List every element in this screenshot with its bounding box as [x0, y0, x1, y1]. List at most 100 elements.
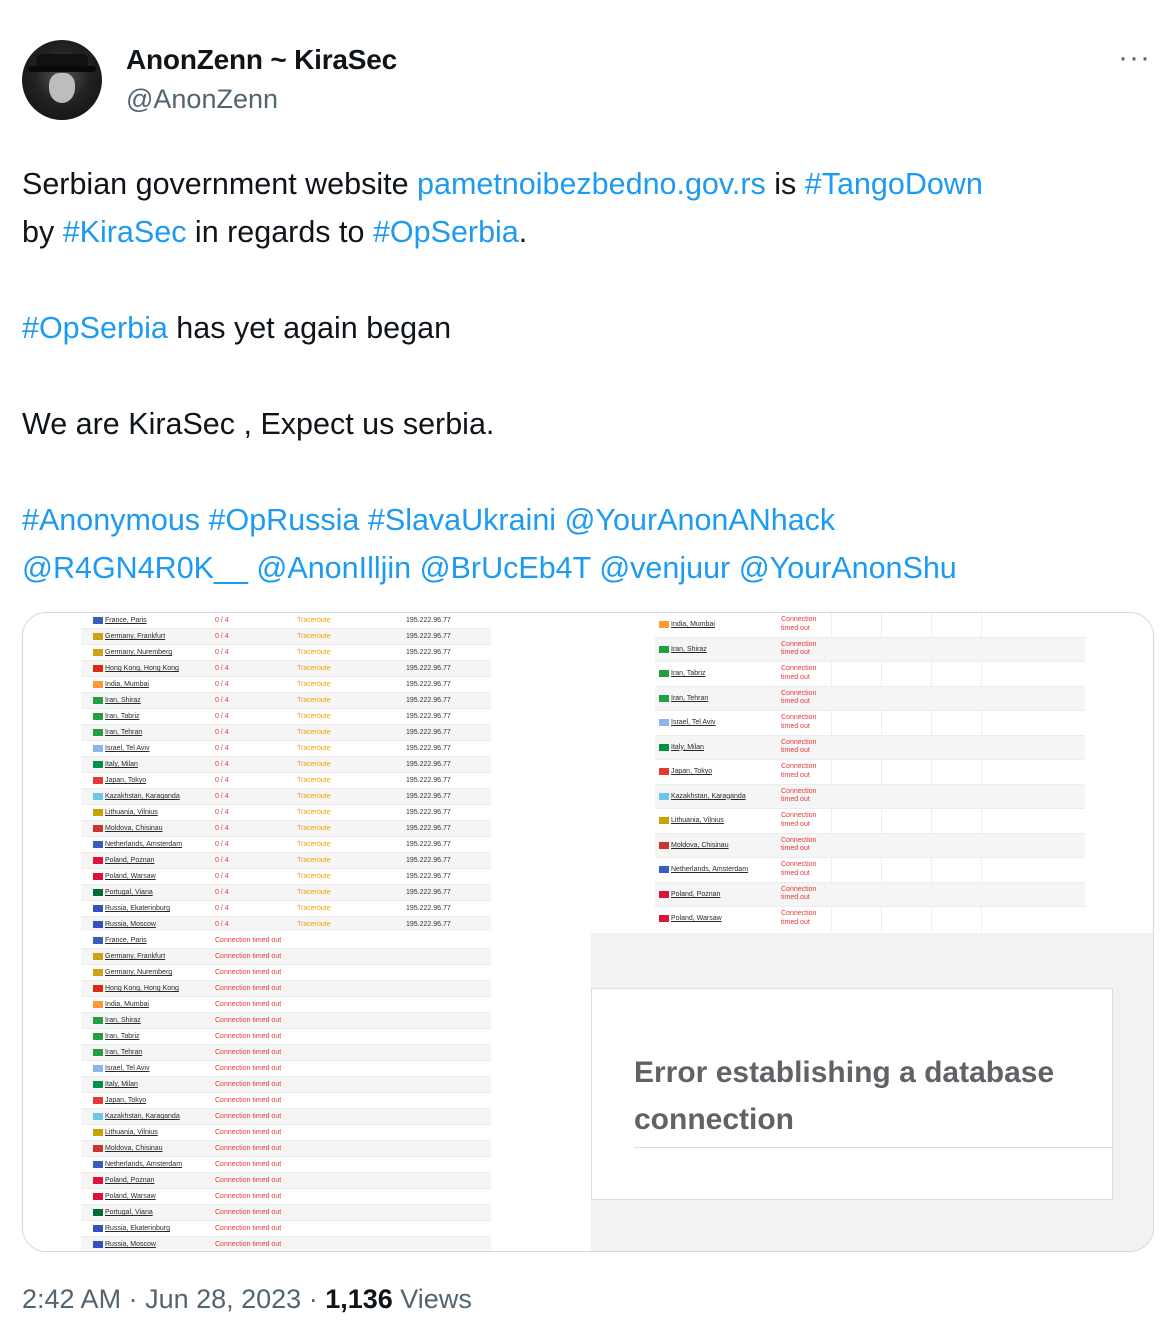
table-row: Netherlands, Amsterdam 0 / 4 Traceroute 195… [81, 837, 491, 853]
flag-icon [659, 694, 669, 702]
location-cell: Japan, Tokyo [105, 777, 147, 784]
error-cell: Connection timed out [215, 1241, 282, 1248]
separator: · [121, 1284, 146, 1314]
author-display-name[interactable]: AnonZenn ~ KiraSec [126, 44, 397, 76]
table-row: Lithuania, Vilnius Connection timed out [81, 1125, 491, 1141]
table-row: Italy, Milan 0 / 4 Traceroute 195.222.96.77 [81, 757, 491, 773]
location-cell: Lithuania, Vilnius [105, 1129, 158, 1136]
mention-link[interactable]: @YourAnonANhack [565, 503, 836, 537]
mention-link[interactable]: @BrUcEb4T [420, 551, 591, 585]
media-image-timeout-left[interactable]: France, Paris Connection timed out Germany… [23, 933, 589, 1251]
media-image-traceroute[interactable]: France, Paris 0 / 4 Traceroute 195.222.96.7… [23, 613, 589, 931]
result-cell: 0 / 4 [215, 649, 229, 656]
tweet-date[interactable]: Jun 28, 2023 [145, 1284, 301, 1314]
flag-icon [659, 621, 669, 628]
media-image-error-page[interactable]: Error establishing a database connection [591, 933, 1153, 1251]
result-cell: 0 / 4 [215, 841, 229, 848]
flag-icon [93, 889, 103, 896]
flag-icon [93, 857, 103, 864]
table-row: Israel, Tel Aviv Connection timed out [655, 711, 1085, 736]
mention-link[interactable]: @YourAnonShu [739, 551, 957, 585]
ip-cell: 195.222.96.77 [406, 809, 451, 816]
author-handle[interactable]: @AnonZenn [126, 84, 278, 115]
location-cell: Iran, Shiraz [105, 697, 141, 704]
mention-link[interactable]: @venjuur [599, 551, 730, 585]
error-cell: Connection timed out [781, 714, 817, 730]
error-cell: Connection timed out [215, 1209, 282, 1216]
tweet-line: Serbian government website pametnoibezbe… [22, 160, 1152, 208]
table-row: Russia, Moscow Connection timed out [81, 1237, 491, 1251]
table-row: Hong Kong, Hong Kong Connection timed out [81, 981, 491, 997]
hashtag-link[interactable]: #OpRussia [209, 503, 360, 537]
error-cell: Connection timed out [215, 1161, 282, 1168]
location-cell: Germany, Frankfurt [105, 633, 166, 640]
hashtag-link[interactable]: #TangoDown [805, 167, 983, 201]
media-grid[interactable]: France, Paris 0 / 4 Traceroute 195.222.96.7… [22, 612, 1154, 1252]
location-cell: Poland, Poznan [105, 857, 155, 864]
flag-icon [93, 777, 103, 784]
flag-icon [93, 697, 103, 704]
error-cell: Connection timed out [215, 1081, 282, 1088]
traceroute-link: Traceroute [297, 777, 331, 784]
flag-icon [93, 1065, 103, 1072]
location-cell: Germany, Nuremberg [105, 969, 173, 976]
table-row: Iran, Shiraz Connection timed out [655, 637, 1085, 662]
tweet-link[interactable]: pametnoibezbedno.gov.rs [417, 167, 766, 201]
tweet-line: @R4GN4R0K__ @AnonIlljin @BrUcEb4T @venju… [22, 544, 1152, 592]
flag-icon [93, 1225, 103, 1232]
ip-cell: 195.222.96.77 [406, 905, 451, 912]
location-cell: Moldova, Chisinau [105, 825, 163, 832]
location-cell: Russia, Ekaterinburg [105, 1225, 170, 1232]
table-row: Poland, Poznan 0 / 4 Traceroute 195.222.96.… [81, 853, 491, 869]
location-cell: Poland, Warsaw [671, 915, 722, 922]
views-label: Views [392, 1284, 472, 1314]
result-cell: 0 / 4 [215, 905, 229, 912]
location-cell: Iran, Tehran [105, 729, 143, 736]
flag-icon [93, 953, 103, 960]
tweet-line: #Anonymous #OpRussia #SlavaUkraini @Your… [22, 496, 1152, 544]
hashtag-link[interactable]: #OpSerbia [373, 215, 519, 249]
ip-cell: 195.222.96.77 [406, 873, 451, 880]
separator: · [301, 1284, 326, 1314]
flag-icon [93, 1241, 103, 1248]
error-cell: Connection timed out [215, 1177, 282, 1184]
flag-icon [93, 873, 103, 880]
media-image-timeout-right[interactable]: India, Mumbai Connection timed out Iran, S… [591, 613, 1153, 931]
tweet-text-span: is [765, 167, 805, 201]
error-message: Error establishing a database connection [634, 1056, 1055, 1136]
result-cell: 0 / 4 [215, 761, 229, 768]
flag-icon [93, 809, 103, 816]
location-cell: Germany, Frankfurt [105, 953, 166, 960]
traceroute-link: Traceroute [297, 793, 331, 800]
table-row: Poland, Warsaw Connection timed out [655, 907, 1085, 931]
error-cell: Connection timed out [215, 969, 282, 976]
error-cell: Connection timed out [215, 1113, 282, 1120]
table-row: Israel, Tel Aviv Connection timed out [81, 1061, 491, 1077]
mention-link[interactable]: @R4GN4R0K__ [22, 551, 248, 585]
tweet-footer: 2:42 AM · Jun 28, 2023 · 1,136 Views [22, 1284, 472, 1315]
hashtag-link[interactable]: #KiraSec [63, 215, 187, 249]
traceroute-link: Traceroute [297, 873, 331, 880]
flag-icon [93, 761, 103, 768]
location-cell: Russia, Moscow [105, 1241, 156, 1248]
location-cell: Iran, Tehran [671, 694, 709, 702]
hashtag-link[interactable]: #SlavaUkraini [368, 503, 556, 537]
flag-icon [659, 792, 669, 800]
table-row: Iran, Shiraz Connection timed out [81, 1013, 491, 1029]
table-row: Netherlands, Amsterdam Connection timed o… [655, 858, 1085, 883]
ip-cell: 195.222.96.77 [406, 777, 451, 784]
result-cell: 0 / 4 [215, 873, 229, 880]
hashtag-link[interactable]: #OpSerbia [22, 311, 168, 345]
tweet-time[interactable]: 2:42 AM [22, 1284, 121, 1314]
table-row: Iran, Tehran 0 / 4 Traceroute 195.222.96.77 [81, 725, 491, 741]
table-row: France, Paris 0 / 4 Traceroute 195.222.96.7… [81, 613, 491, 629]
timeout-table: India, Mumbai Connection timed out Iran, S… [655, 613, 1085, 931]
location-cell: Poland, Poznan [671, 890, 721, 898]
more-horizontal-icon[interactable]: ··· [1118, 43, 1151, 73]
table-row: Germany, Nuremberg 0 / 4 Traceroute 195.222… [81, 645, 491, 661]
avatar[interactable] [22, 40, 102, 120]
hashtag-link[interactable]: #Anonymous [22, 503, 200, 537]
ip-cell: 195.222.96.77 [406, 921, 451, 928]
table-row: India, Mumbai Connection timed out [81, 997, 491, 1013]
mention-link[interactable]: @AnonIlljin [256, 551, 411, 585]
